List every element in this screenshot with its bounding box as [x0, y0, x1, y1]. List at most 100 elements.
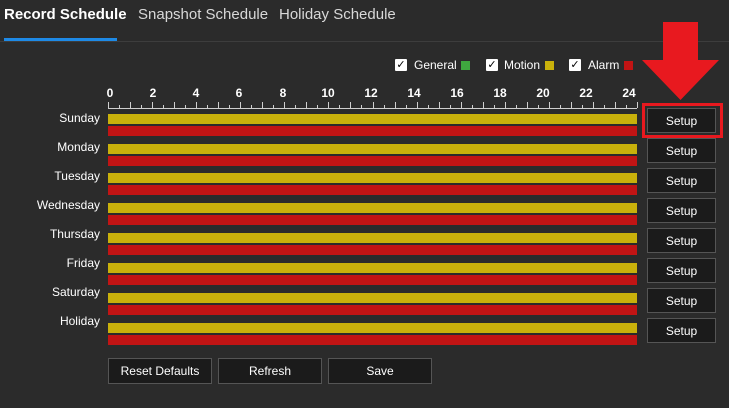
save-button[interactable]: Save [328, 358, 432, 384]
ruler-tick [119, 105, 120, 108]
ruler-tick [284, 102, 285, 108]
tab-holiday-schedule[interactable]: Holiday Schedule [279, 6, 396, 23]
ruler-tick [240, 102, 241, 108]
ruler-tick [108, 102, 109, 108]
ruler-tick [483, 102, 484, 108]
ruler-tick [328, 102, 329, 108]
ruler-tick [615, 102, 616, 108]
ruler-tick [130, 102, 131, 108]
ruler-tick [626, 105, 627, 108]
setup-button-friday[interactable]: Setup [647, 258, 716, 283]
setup-button-saturday[interactable]: Setup [647, 288, 716, 313]
setup-button-holiday[interactable]: Setup [647, 318, 716, 343]
ruler-tick [527, 102, 528, 108]
alarm-bar [108, 275, 637, 285]
hour-label: 4 [192, 86, 200, 100]
motion-bar [108, 293, 637, 303]
ruler-tick [417, 102, 418, 108]
ruler-tick [373, 102, 374, 108]
day-label-saturday: Saturday [51, 285, 100, 299]
hour-ruler [108, 102, 638, 109]
hour-label: 14 [407, 86, 421, 100]
motion-bar [108, 173, 637, 183]
ruler-tick [439, 102, 440, 108]
setup-button-thursday[interactable]: Setup [647, 228, 716, 253]
day-label-monday: Monday [57, 140, 100, 154]
setup-button-wednesday[interactable]: Setup [647, 198, 716, 223]
hour-label: 24 [622, 86, 636, 100]
alarm-bar [108, 305, 637, 315]
motion-bar [108, 323, 637, 333]
general-checkbox[interactable]: ✓ [395, 59, 407, 71]
reset-defaults-button[interactable]: Reset Defaults [108, 358, 212, 384]
highlight-box [642, 103, 723, 138]
ruler-tick [384, 105, 385, 108]
ruler-tick [505, 102, 506, 108]
day-label-holiday: Holiday [59, 314, 100, 328]
hour-label: 6 [235, 86, 243, 100]
day-label-thursday: Thursday [49, 227, 100, 241]
ruler-tick [174, 102, 175, 108]
alarm-checkbox[interactable]: ✓ [569, 59, 581, 71]
schedule-track-sunday[interactable] [108, 114, 637, 136]
motion-bar [108, 114, 637, 124]
setup-button-tuesday[interactable]: Setup [647, 168, 716, 193]
day-label-tuesday: Tuesday [54, 169, 100, 183]
ruler-tick [604, 105, 605, 108]
hour-label: 10 [321, 86, 335, 100]
tab-snapshot-schedule[interactable]: Snapshot Schedule [138, 6, 268, 23]
motion-checkbox[interactable]: ✓ [486, 59, 498, 71]
tab-record-schedule[interactable]: Record Schedule [4, 6, 127, 23]
motion-bar [108, 144, 637, 154]
ruler-tick [306, 102, 307, 108]
ruler-tick [461, 102, 462, 108]
ruler-tick [472, 105, 473, 108]
day-label-wednesday: Wednesday [36, 198, 100, 212]
schedule-track-holiday[interactable] [108, 323, 637, 345]
ruler-tick [339, 105, 340, 108]
hour-label: 12 [364, 86, 378, 100]
day-label-friday: Friday [66, 256, 100, 270]
setup-button-monday[interactable]: Setup [647, 138, 716, 163]
alarm-bar [108, 156, 637, 166]
alarm-bar [108, 245, 637, 255]
schedule-track-tuesday[interactable] [108, 173, 637, 195]
ruler-tick [207, 105, 208, 108]
ruler-tick [593, 102, 594, 108]
schedule-track-monday[interactable] [108, 144, 637, 166]
schedule-track-thursday[interactable] [108, 233, 637, 255]
schedule-track-friday[interactable] [108, 263, 637, 285]
schedule-track-saturday[interactable] [108, 293, 637, 315]
ruler-tick [494, 105, 495, 108]
ruler-tick [251, 105, 252, 108]
ruler-tick [450, 105, 451, 108]
alarm-color-swatch [624, 61, 633, 70]
ruler-tick [582, 105, 583, 108]
hour-label: 0 [106, 86, 114, 100]
legend-label-general: General [414, 58, 457, 72]
alarm-bar [108, 185, 637, 195]
ruler-tick [395, 102, 396, 108]
ruler-tick [538, 105, 539, 108]
schedule-track-wednesday[interactable] [108, 203, 637, 225]
general-color-swatch [461, 61, 470, 70]
motion-bar [108, 263, 637, 273]
ruler-tick [262, 102, 263, 108]
motion-bar [108, 233, 637, 243]
motion-color-swatch [545, 61, 554, 70]
hour-label: 8 [279, 86, 287, 100]
active-tab-indicator [4, 38, 117, 41]
ruler-tick [637, 102, 638, 108]
hour-label: 20 [536, 86, 550, 100]
ruler-tick [196, 102, 197, 108]
ruler-tick [141, 105, 142, 108]
ruler-tick [549, 102, 550, 108]
hour-label: 22 [579, 86, 593, 100]
alarm-bar [108, 335, 637, 345]
refresh-button[interactable]: Refresh [218, 358, 322, 384]
ruler-tick [571, 102, 572, 108]
ruler-tick [516, 105, 517, 108]
ruler-tick [229, 105, 230, 108]
hour-label: 18 [493, 86, 507, 100]
alarm-bar [108, 215, 637, 225]
